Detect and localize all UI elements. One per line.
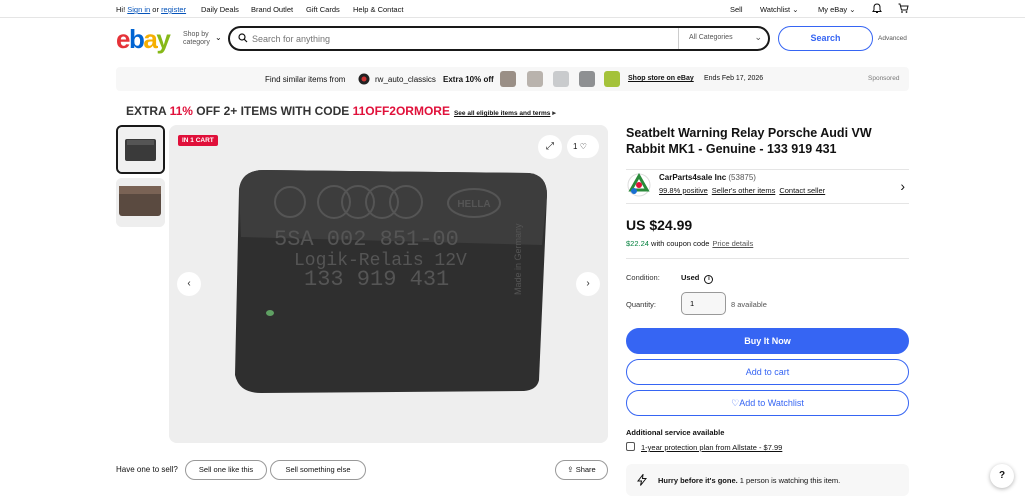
relay-text-line1: 5SA 002 851-00: [274, 227, 459, 252]
prev-image-button[interactable]: ‹: [177, 272, 201, 296]
advanced-search-link[interactable]: Advanced: [878, 35, 907, 42]
chevron-down-icon: ⌄: [754, 32, 762, 42]
bell-icon[interactable]: [872, 3, 882, 16]
search-input[interactable]: [252, 32, 672, 46]
add-to-watchlist-button[interactable]: ♡Add to Watchlist: [626, 390, 909, 416]
nav-brand-outlet[interactable]: Brand Outlet: [251, 5, 293, 14]
store-item-thumbnail[interactable]: [579, 71, 595, 87]
urgency-notice: Hurry before it's gone. 1 person is watc…: [626, 464, 909, 496]
shop-store-link[interactable]: Shop store on eBay: [628, 75, 694, 82]
search-bar: All Categories⌄: [228, 26, 770, 51]
divider: [626, 258, 909, 259]
nav-daily-deals[interactable]: Daily Deals: [201, 5, 239, 14]
chevron-down-icon: ⌄: [215, 33, 222, 42]
in-cart-badge: IN 1 CART: [178, 135, 218, 146]
banner-ends: Ends Feb 17, 2026: [704, 75, 764, 82]
sponsored-label: Sponsored: [868, 75, 900, 82]
watch-pill[interactable]: 1 ♡: [567, 135, 599, 158]
chevron-left-icon: ‹: [187, 278, 191, 289]
nav-my-ebay[interactable]: My eBay ⌄: [818, 5, 856, 14]
store-item-thumbnail[interactable]: [500, 71, 516, 87]
chevron-right-icon: ›: [586, 278, 590, 289]
top-nav: Hi! Sign in or register Daily Deals Bran…: [0, 0, 1025, 18]
sell-one-like-this-button[interactable]: Sell one like this: [185, 460, 267, 480]
relay-side-text: Made in Germany: [513, 223, 523, 295]
relay-text-line3: 133 919 431: [304, 267, 449, 292]
condition-value: Used i: [681, 273, 714, 284]
seller-card[interactable]: CarParts4sale Inc (53875) 99.8% positive…: [626, 169, 909, 204]
store-item-thumbnail[interactable]: [527, 71, 543, 87]
share-button[interactable]: ⇪ Share: [555, 460, 608, 480]
nav-help-contact[interactable]: Help & Contact: [353, 5, 403, 14]
heart-icon: ♡: [731, 398, 740, 408]
nav-sell[interactable]: Sell: [730, 5, 743, 14]
coupon-line: $22.24 with coupon code Price details: [626, 239, 754, 248]
sell-prompt: Have one to sell?: [116, 465, 178, 474]
nav-gift-cards[interactable]: Gift Cards: [306, 5, 340, 14]
chevron-right-icon: ›: [900, 178, 905, 194]
main-product-image[interactable]: HELLA 5SA 002 851-00 Logik-Relais 12V 13…: [169, 125, 608, 443]
cart-icon[interactable]: [898, 3, 909, 16]
gallery-thumbnail[interactable]: [116, 125, 165, 174]
info-icon[interactable]: i: [704, 275, 714, 284]
gallery-thumbnail[interactable]: [116, 178, 165, 227]
next-image-button[interactable]: ›: [576, 272, 600, 296]
store-item-thumbnail[interactable]: [553, 71, 569, 87]
search-button[interactable]: Search: [778, 26, 873, 51]
nav-watchlist[interactable]: Watchlist ⌄: [760, 5, 799, 14]
store-discount: Extra 10% off: [443, 75, 494, 84]
seller-other-items-link[interactable]: Seller's other items: [712, 186, 776, 195]
hella-label: HELLA: [457, 199, 490, 210]
quantity-input[interactable]: [681, 292, 726, 315]
heart-icon: ♡: [579, 142, 587, 151]
feedback-link[interactable]: 99.8% positive: [659, 186, 708, 195]
item-title: Seatbelt Warning Relay Porsche Audi VW R…: [626, 126, 872, 156]
store-banner[interactable]: Find similar items from rw_auto_classics…: [116, 67, 909, 91]
category-select[interactable]: All Categories ⌄: [678, 28, 768, 49]
chevron-down-icon: ⌄: [792, 5, 799, 14]
quantity-label: Quantity:: [626, 300, 657, 309]
store-logo-icon: [358, 73, 370, 85]
price-details-link[interactable]: Price details: [712, 239, 753, 248]
protection-checkbox[interactable]: [626, 442, 635, 451]
help-button[interactable]: ?: [990, 464, 1014, 488]
seller-name[interactable]: CarParts4sale Inc (53875): [659, 173, 756, 182]
chevron-down-icon: ⌄: [849, 5, 856, 14]
condition-label: Condition:: [626, 273, 660, 282]
store-name: rw_auto_classics: [375, 75, 436, 84]
contact-seller-link[interactable]: Contact seller: [779, 186, 825, 195]
additional-service-heading: Additional service available: [626, 428, 725, 437]
protection-plan-option[interactable]: 1-year protection plan from Allstate - $…: [626, 442, 782, 452]
greeting: Hi! Sign in or register: [116, 5, 187, 14]
ebay-logo[interactable]: ebay: [116, 24, 171, 55]
share-icon: ⇪: [567, 465, 574, 474]
add-to-cart-button[interactable]: Add to cart: [626, 359, 909, 385]
store-item-thumbnail[interactable]: [604, 71, 620, 87]
seller-avatar: [627, 173, 651, 197]
promo-banner: EXTRA 11% OFF 2+ ITEMS WITH CODE 11OFF2O…: [126, 104, 556, 118]
available-count: 8 available: [731, 300, 767, 309]
relay-photo: HELLA 5SA 002 851-00 Logik-Relais 12V 13…: [169, 125, 608, 443]
register-link[interactable]: register: [161, 5, 186, 14]
sign-in-link[interactable]: Sign in: [127, 5, 150, 14]
lightning-icon: [637, 474, 647, 486]
expand-icon[interactable]: ⤢: [538, 135, 562, 159]
sell-something-else-button[interactable]: Sell something else: [270, 460, 366, 480]
buy-it-now-button[interactable]: Buy It Now: [626, 328, 909, 354]
item-price: US $24.99: [626, 217, 693, 233]
search-icon: [238, 33, 248, 43]
banner-prefix: Find similar items from: [265, 75, 346, 84]
promo-terms-link[interactable]: See all eligible items and terms: [454, 110, 550, 117]
shop-by-category[interactable]: Shop by category: [183, 31, 210, 47]
